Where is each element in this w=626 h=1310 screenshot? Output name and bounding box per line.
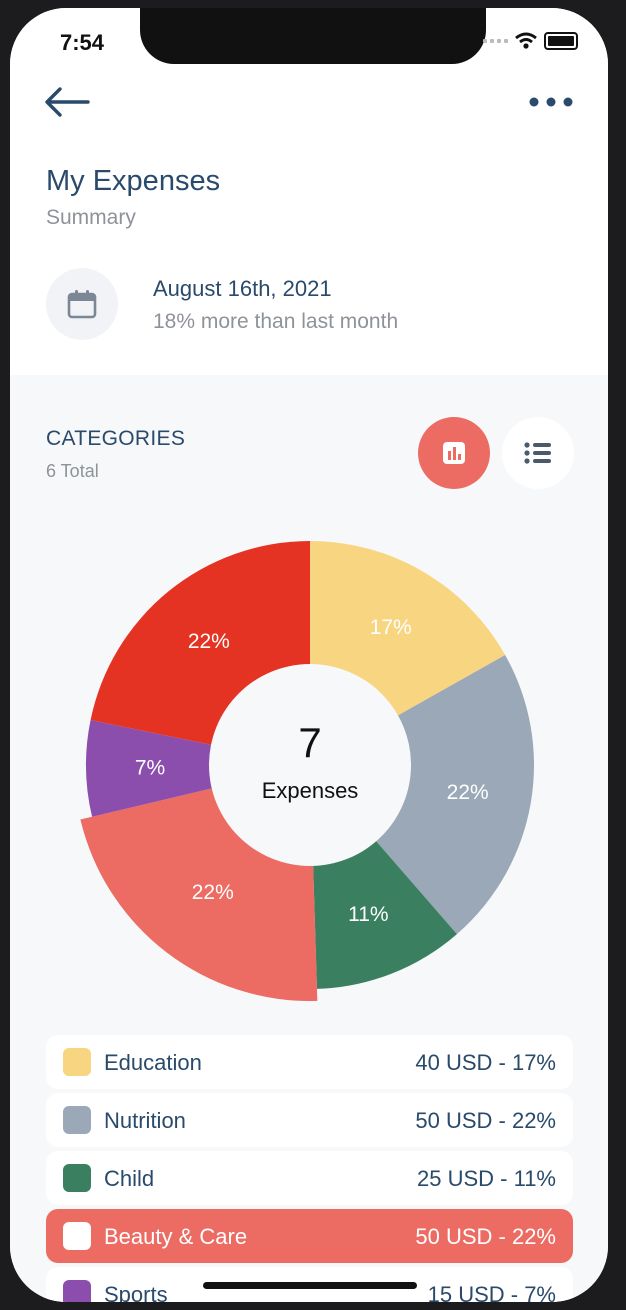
more-button[interactable] xyxy=(526,94,576,110)
legend-value: 15 USD - 7% xyxy=(427,1282,556,1302)
calendar-button[interactable] xyxy=(46,268,118,340)
legend-name: Sports xyxy=(104,1282,168,1302)
expense-count: 7 xyxy=(298,719,321,766)
back-button[interactable] xyxy=(40,82,96,122)
device-notch xyxy=(140,8,486,64)
category-legend: Education 40 USD - 17% Nutrition 50 USD - 2… xyxy=(46,1035,573,1302)
status-time: 7:54 xyxy=(60,30,105,55)
signal-icon xyxy=(483,39,508,43)
calendar-icon xyxy=(67,290,97,319)
category-pie-chart: 17% 22% 11% 22% 7% 22% 7 Expenses xyxy=(80,541,534,1001)
legend-name: Education xyxy=(104,1050,202,1075)
home-indicator xyxy=(203,1282,417,1289)
legend-item[interactable]: Nutrition 50 USD - 22% xyxy=(46,1093,573,1147)
legend-swatch xyxy=(63,1280,91,1302)
legend-swatch xyxy=(63,1164,91,1192)
legend-value: 50 USD - 22% xyxy=(415,1224,556,1249)
page-subtitle: Summary xyxy=(46,206,136,229)
slice-label: 22% xyxy=(447,781,489,804)
more-dots-icon xyxy=(529,97,573,107)
legend-item[interactable]: Education 40 USD - 17% xyxy=(46,1035,573,1089)
legend-value: 40 USD - 17% xyxy=(415,1050,556,1075)
slice-label: 22% xyxy=(188,630,230,653)
slice-label: 7% xyxy=(135,756,165,779)
slice-label: 11% xyxy=(348,903,388,926)
arrow-left-icon xyxy=(45,87,90,117)
battery-icon xyxy=(544,32,578,50)
legend-item[interactable]: Child 25 USD - 11% xyxy=(46,1151,573,1205)
status-icons xyxy=(483,32,578,50)
legend-name: Child xyxy=(104,1166,155,1191)
phone-screen: My Expenses Summary August 16th, 2021 18… xyxy=(10,8,608,1302)
slice-label: 22% xyxy=(192,881,234,904)
legend-value: 50 USD - 22% xyxy=(415,1108,556,1133)
slice-label: 17% xyxy=(370,616,412,639)
legend-swatch xyxy=(63,1106,91,1134)
wifi-icon xyxy=(515,32,537,49)
legend-item[interactable]: Beauty & Care 50 USD - 22% xyxy=(46,1209,573,1263)
legend-swatch xyxy=(63,1222,91,1250)
legend-name: Beauty & Care xyxy=(104,1224,248,1249)
expense-label: Expenses xyxy=(262,778,359,803)
legend-value: 25 USD - 11% xyxy=(417,1166,556,1191)
page-title: My Expenses xyxy=(46,165,221,197)
categories-section: CATEGORIES 6 Total 17% 22% 11% 22% 7% 22% xyxy=(10,375,608,1302)
legend-swatch xyxy=(63,1048,91,1076)
date-label: August 16th, 2021 xyxy=(153,276,332,301)
legend-name: Nutrition xyxy=(104,1108,186,1133)
date-comparison: 18% more than last month xyxy=(153,310,399,333)
